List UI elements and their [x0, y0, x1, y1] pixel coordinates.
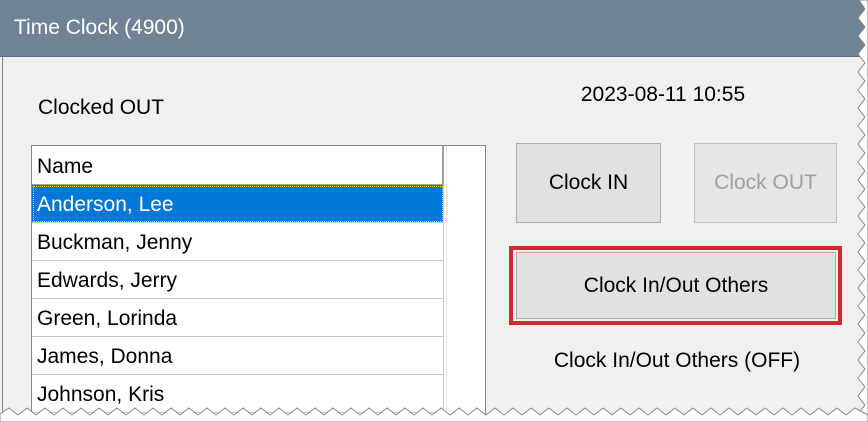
torn-edge-bottom: [0, 407, 868, 422]
window-title: Time Clock (4900): [14, 16, 185, 39]
employee-list[interactable]: Name Anderson, Lee Buckman, Jenny Edward…: [31, 145, 486, 422]
title-bar[interactable]: Time Clock (4900): [0, 0, 868, 57]
employee-name: Green, Lorinda: [37, 307, 178, 330]
list-item[interactable]: James, Donna: [32, 337, 444, 375]
clock-in-out-others-button[interactable]: Clock In/Out Others: [516, 252, 836, 319]
list-scrollbar[interactable]: [446, 146, 485, 422]
clock-in-button[interactable]: Clock IN: [516, 143, 661, 223]
clock-status-label: Clocked OUT: [38, 96, 165, 119]
current-datetime: 2023-08-11 10:55: [580, 83, 746, 106]
employee-name: Johnson, Kris: [37, 383, 165, 406]
list-item[interactable]: Edwards, Jerry: [32, 261, 444, 299]
employee-name: Edwards, Jerry: [37, 269, 178, 292]
torn-edge-right: [857, 0, 868, 422]
list-item[interactable]: Green, Lorinda: [32, 299, 444, 337]
list-item[interactable]: Anderson, Lee: [32, 185, 444, 223]
employee-name: Buckman, Jenny: [37, 231, 193, 254]
time-clock-window: Time Clock (4900) Clocked OUT 2023-08-11…: [0, 0, 868, 422]
employee-name: James, Donna: [37, 345, 173, 368]
clock-out-button[interactable]: Clock OUT: [694, 143, 837, 223]
name-column-header[interactable]: Name: [32, 146, 444, 185]
employee-name: Anderson, Lee: [37, 193, 174, 216]
clock-others-status: Clock In/Out Others (OFF): [553, 349, 801, 372]
name-column-header-label: Name: [37, 155, 94, 178]
list-item[interactable]: Buckman, Jenny: [32, 223, 444, 261]
